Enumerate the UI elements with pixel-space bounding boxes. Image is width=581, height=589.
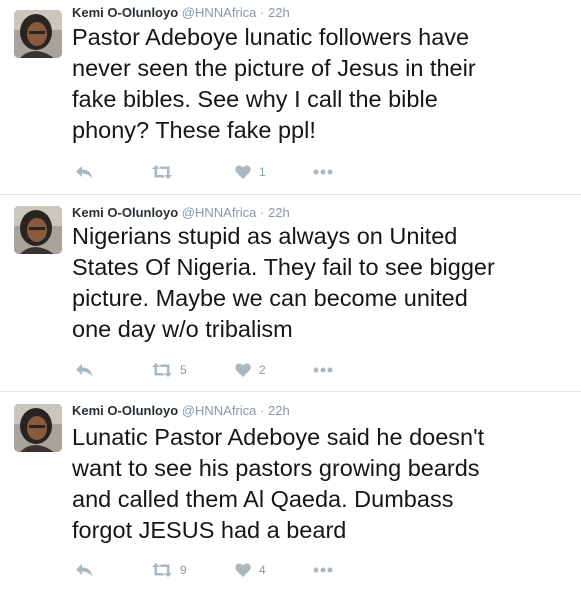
tweet[interactable]: Kemi O-Olunloyo @HNNAfrica · 22h Pastor …: [0, 0, 581, 195]
retweet-button[interactable]: 5: [152, 360, 187, 380]
tweet-text: Pastor Adeboye lunatic followers have ne…: [72, 22, 572, 146]
reply-icon: [76, 564, 92, 576]
tweet-text-line: Lunatic Pastor Adeboye said he doesn't: [72, 424, 485, 450]
timestamp[interactable]: 22h: [268, 205, 290, 220]
avatar[interactable]: [14, 206, 62, 254]
tweet-text-line: Pastor Adeboye lunatic followers have: [72, 24, 470, 50]
author-name[interactable]: Kemi O-Olunloyo: [72, 205, 178, 220]
tweet-header: Kemi O-Olunloyo @HNNAfrica · 22h: [72, 205, 290, 221]
author-handle[interactable]: @HNNAfrica: [182, 403, 257, 418]
tweet-text: Nigerians stupid as always on United Sta…: [72, 221, 572, 345]
avatar-photo: [14, 206, 62, 254]
author-name[interactable]: Kemi O-Olunloyo: [72, 5, 178, 20]
tweet-text-line: want to see his pastors growing beards: [72, 455, 480, 481]
author-handle[interactable]: @HNNAfrica: [182, 5, 257, 20]
like-button[interactable]: 2: [235, 360, 266, 380]
like-count: 1: [259, 165, 266, 179]
separator: ·: [260, 205, 265, 220]
more-button[interactable]: [313, 162, 333, 182]
tweet-header: Kemi O-Olunloyo @HNNAfrica · 22h: [72, 5, 290, 21]
tweet-text-line: fake bibles. See why I call the bible: [72, 86, 438, 112]
tweet[interactable]: Kemi O-Olunloyo @HNNAfrica · 22h Lunatic…: [0, 392, 581, 589]
tweet-text-line: picture. Maybe we can become united: [72, 285, 468, 311]
more-button[interactable]: [313, 360, 333, 380]
more-icon: [313, 567, 333, 573]
tweet-text-line: one day w/o tribalism: [72, 316, 293, 342]
retweet-button[interactable]: [152, 162, 180, 182]
author-name[interactable]: Kemi O-Olunloyo: [72, 403, 178, 418]
tweet[interactable]: Kemi O-Olunloyo @HNNAfrica · 22h Nigeria…: [0, 195, 581, 392]
reply-button[interactable]: [75, 360, 93, 380]
avatar-photo: [14, 10, 62, 58]
like-button[interactable]: 4: [235, 560, 266, 580]
more-icon: [313, 367, 333, 373]
author-handle[interactable]: @HNNAfrica: [182, 205, 257, 220]
retweet-button[interactable]: 9: [152, 560, 187, 580]
reply-icon: [76, 364, 92, 376]
timestamp[interactable]: 22h: [268, 403, 290, 418]
like-icon: [235, 363, 251, 377]
retweet-icon: [152, 563, 172, 577]
reply-button[interactable]: [75, 560, 93, 580]
avatar[interactable]: [14, 10, 62, 58]
tweet-text-line: and called them Al Qaeda. Dumbass: [72, 486, 454, 512]
like-count: 4: [259, 563, 266, 577]
separator: ·: [260, 403, 265, 418]
tweet-text-line: phony? These fake ppl!: [72, 117, 316, 143]
retweet-icon: [152, 165, 172, 179]
tweet-header: Kemi O-Olunloyo @HNNAfrica · 22h: [72, 403, 290, 419]
retweet-icon: [152, 363, 172, 377]
retweet-count: 9: [180, 563, 187, 577]
more-button[interactable]: [313, 560, 333, 580]
timestamp[interactable]: 22h: [268, 5, 290, 20]
more-icon: [313, 169, 333, 175]
reply-icon: [76, 166, 92, 178]
tweet-text-line: Nigerians stupid as always on United: [72, 223, 458, 249]
like-button[interactable]: 1: [235, 162, 266, 182]
retweet-count: 5: [180, 363, 187, 377]
avatar[interactable]: [14, 404, 62, 452]
tweet-text-line: never seen the picture of Jesus in their: [72, 55, 476, 81]
like-count: 2: [259, 363, 266, 377]
tweet-text-line: States Of Nigeria. They fail to see bigg…: [72, 254, 495, 280]
avatar-photo: [14, 404, 62, 452]
reply-button[interactable]: [75, 162, 93, 182]
tweet-text-line: forgot JESUS had a beard: [72, 517, 347, 543]
like-icon: [235, 165, 251, 179]
timeline: Kemi O-Olunloyo @HNNAfrica · 22h Pastor …: [0, 0, 581, 589]
tweet-text: Lunatic Pastor Adeboye said he doesn't w…: [72, 422, 572, 546]
like-icon: [235, 563, 251, 577]
separator: ·: [260, 5, 265, 20]
